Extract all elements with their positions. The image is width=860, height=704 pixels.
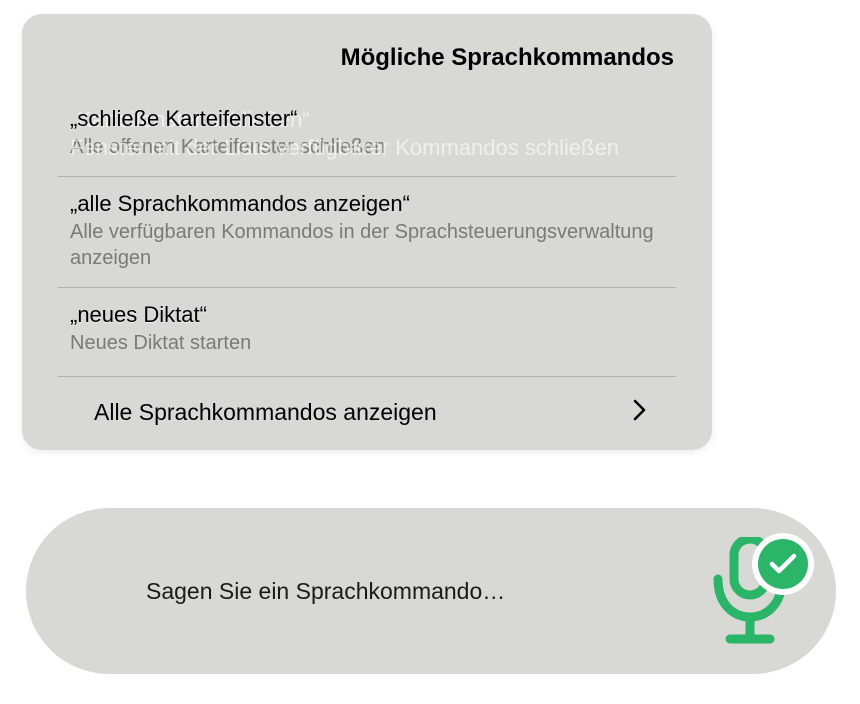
command-title: „alle Sprachkommandos anzeigen“ xyxy=(58,191,676,217)
status-badge xyxy=(752,533,814,595)
command-item[interactable]: „neues Diktat“ „neues Diktat“ Neues Dikt… xyxy=(58,288,676,372)
check-circle-icon xyxy=(758,539,808,589)
show-all-commands-label: Alle Sprachkommandos anzeigen xyxy=(94,399,437,426)
microphone-button[interactable] xyxy=(686,527,814,655)
chevron-right-icon xyxy=(633,399,646,426)
command-title: „schließe Karteifenster“ xyxy=(58,106,676,132)
command-description: Neues Diktat starten xyxy=(58,330,676,356)
command-list: „Karteifenster schließen“ Fenster mit de… xyxy=(22,92,712,372)
command-description: Alle verfügbaren Kommandos in der Sprach… xyxy=(58,219,676,271)
command-title: „neues Diktat“ xyxy=(58,302,676,328)
popover-title: Mögliche Sprachkommandos xyxy=(22,44,712,92)
voice-prompt-text: Sagen Sie ein Sprachkommando… xyxy=(146,578,505,605)
command-item[interactable]: „Karteifenster schließen“ Fenster mit de… xyxy=(58,92,676,177)
command-item[interactable]: „alle Sprachkommandos anzeigen“ Alle ver… xyxy=(58,177,676,288)
show-all-commands-row[interactable]: Alle Sprachkommandos anzeigen xyxy=(58,376,676,450)
voice-prompt-bar: Sagen Sie ein Sprachkommando… xyxy=(26,508,836,674)
voice-commands-popover: Mögliche Sprachkommandos „Karteifenster … xyxy=(22,14,712,450)
